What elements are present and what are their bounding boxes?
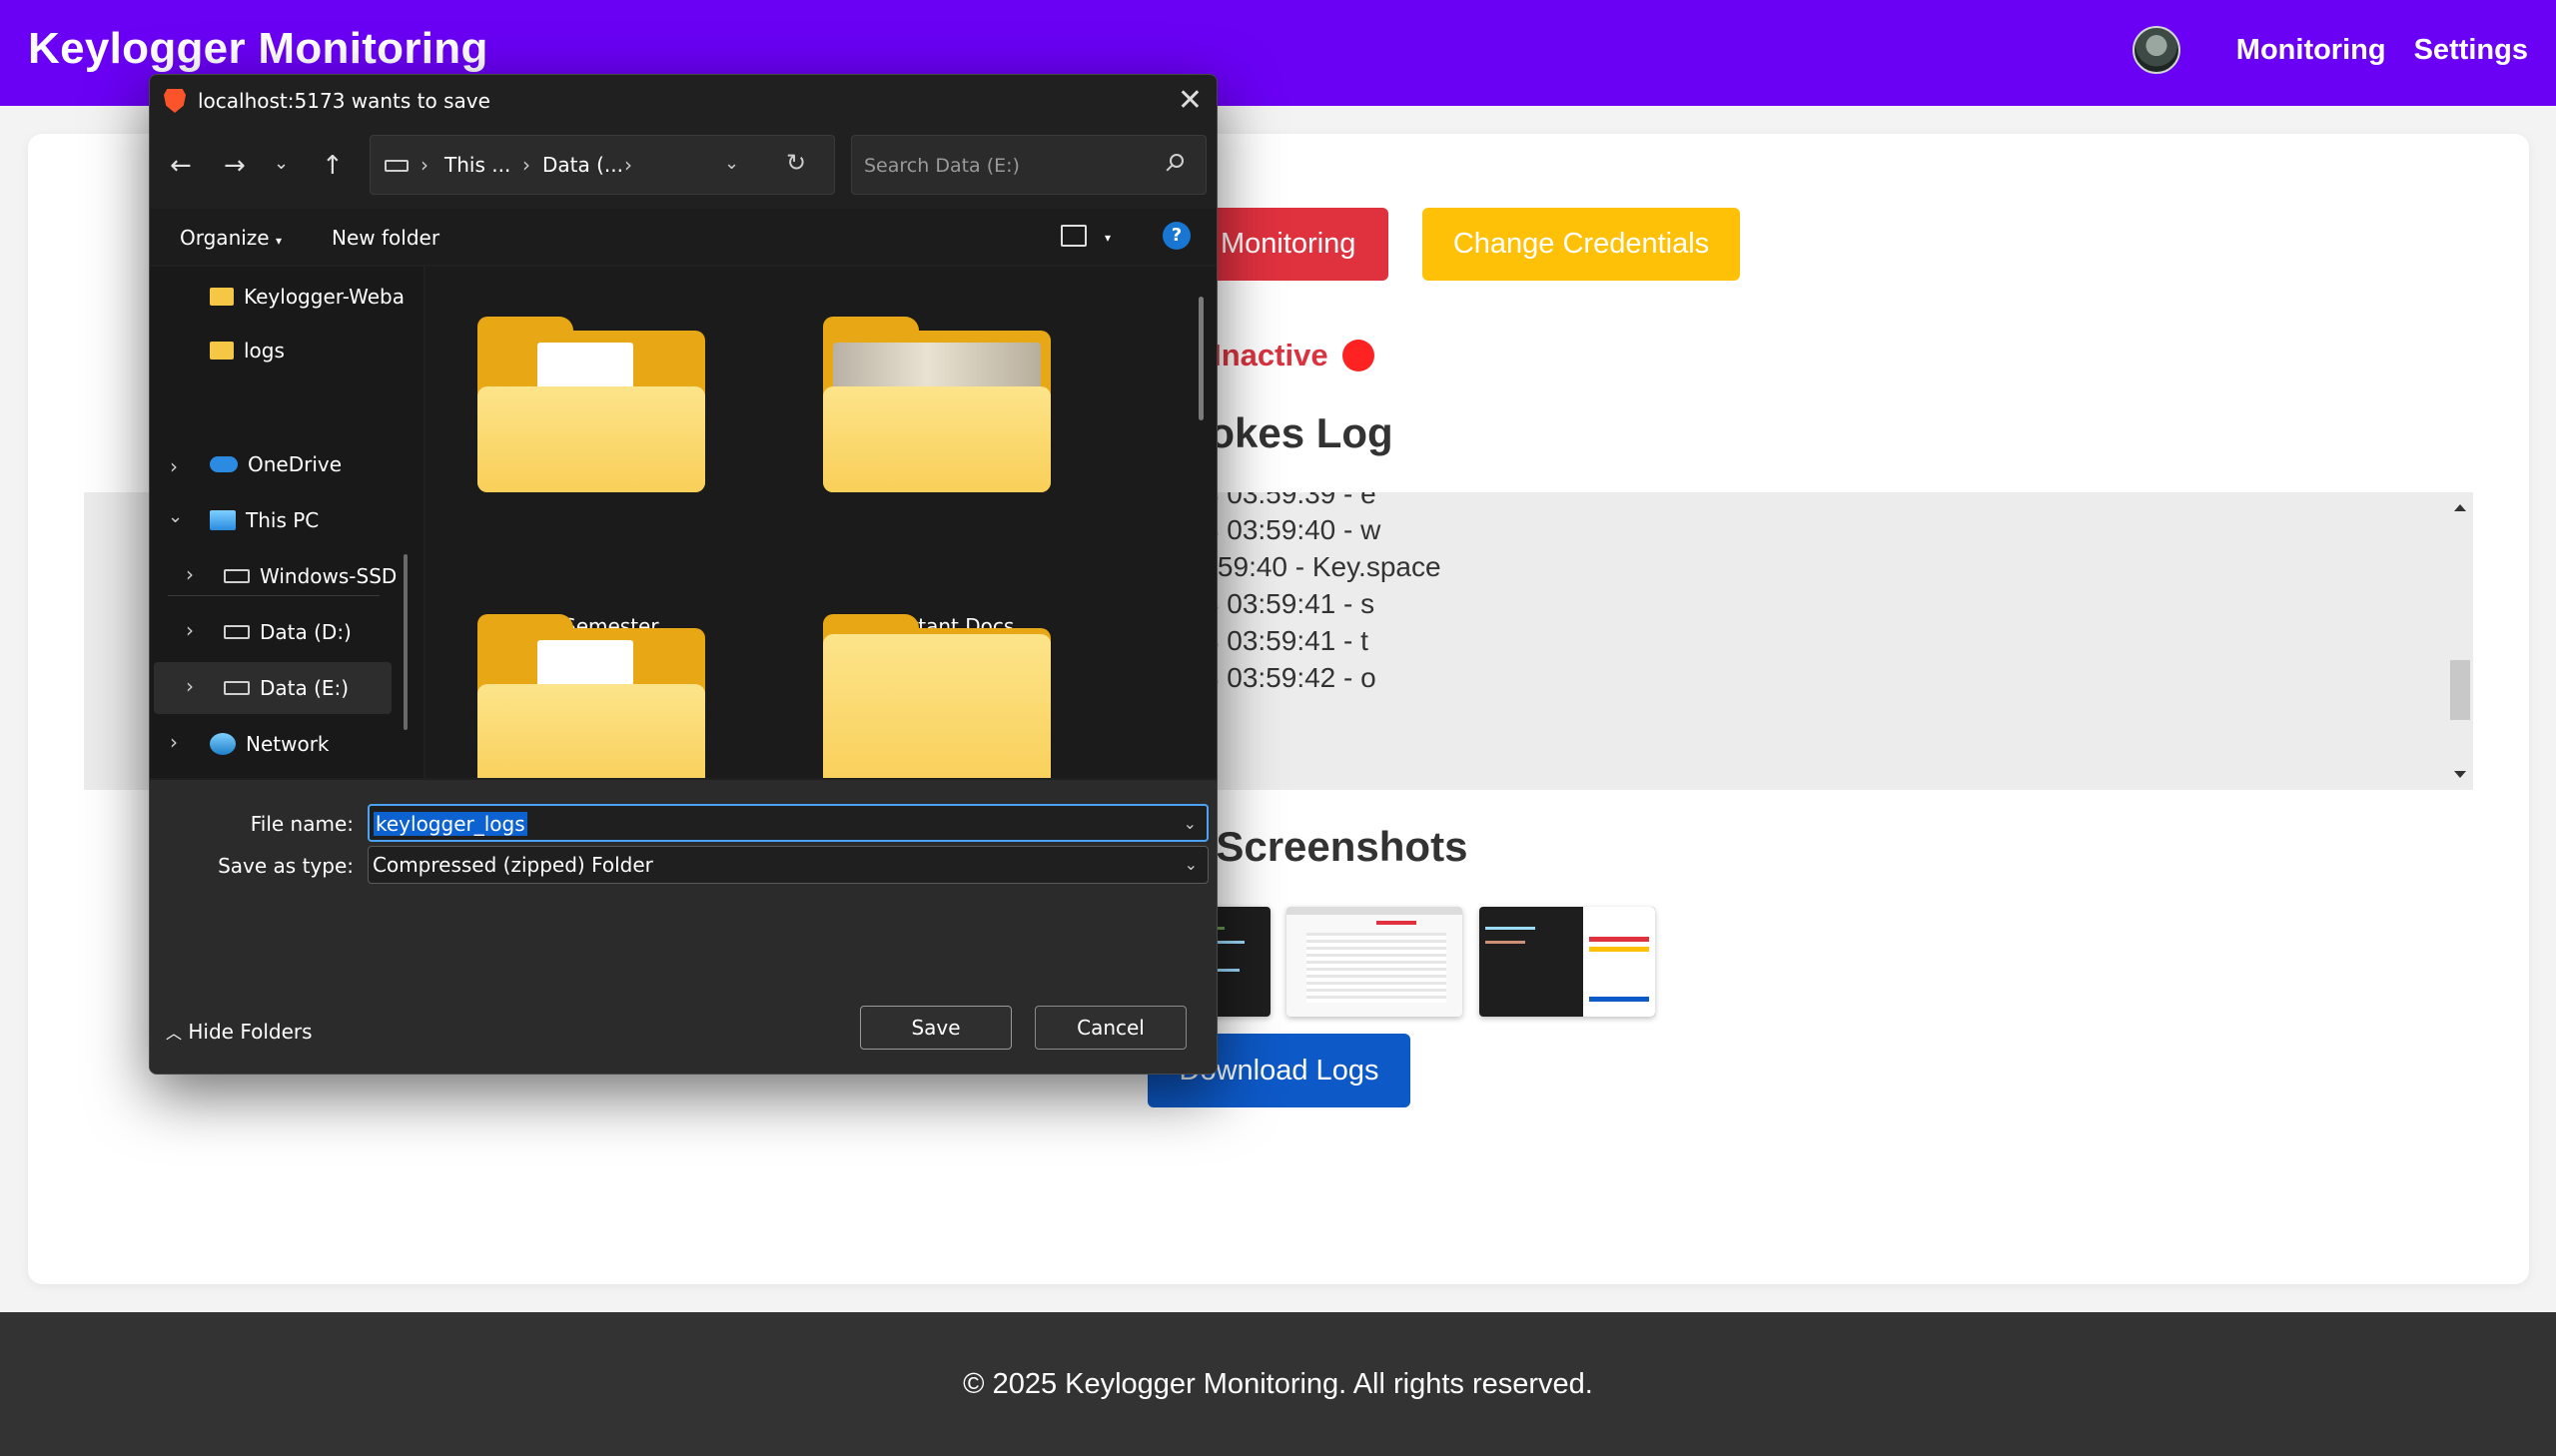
expand-chevron-icon[interactable]: ›: [170, 454, 178, 478]
folder-icon: [210, 288, 234, 306]
back-arrow-icon[interactable]: ←: [170, 151, 192, 181]
save-button[interactable]: Save: [860, 1006, 1012, 1050]
folder-item-important-docs[interactable]: [823, 317, 1051, 492]
view-dropdown-icon[interactable]: ▾: [1105, 231, 1111, 245]
status-value: Inactive: [1213, 338, 1328, 372]
expand-chevron-icon[interactable]: ›: [186, 562, 194, 586]
drive-icon: [224, 625, 250, 639]
navigation-pane: Keylogger-Weba logs › OneDrive ⌄ This PC…: [150, 267, 424, 778]
sidebar-item-label: logs: [244, 339, 285, 363]
sidebar-item-label: Network: [246, 732, 330, 756]
expand-chevron-icon[interactable]: ›: [170, 730, 178, 754]
log-scrollbar[interactable]: [2447, 492, 2473, 790]
scroll-thumb[interactable]: [2450, 660, 2470, 720]
folder-item[interactable]: [823, 614, 1051, 778]
scroll-down-icon[interactable]: [2454, 771, 2466, 778]
file-name-label: File name:: [250, 812, 354, 836]
screenshots-heading: d Screenshots: [1179, 823, 1468, 870]
change-credentials-button[interactable]: Change Credentials: [1422, 208, 1740, 281]
folder-item[interactable]: [477, 614, 705, 778]
sidebar-item-label: This PC: [246, 508, 320, 532]
up-arrow-icon[interactable]: ↑: [322, 151, 344, 181]
sidebar-item-label: OneDrive: [248, 452, 343, 476]
drive-icon: [224, 569, 250, 583]
save-type-select[interactable]: Compressed (zipped) Folder ⌄: [368, 846, 1209, 884]
log-line: 03:59:40 - Key.space: [1179, 551, 1441, 582]
sidebar-item-onedrive[interactable]: OneDrive: [210, 438, 342, 490]
footer-text: © 2025 Keylogger Monitoring. All rights …: [963, 1367, 1593, 1400]
breadcrumb-separator: ›: [522, 153, 530, 177]
file-name-value: keylogger_logs: [374, 812, 527, 836]
search-input[interactable]: Search Data (E:): [851, 135, 1207, 195]
sidebar-item-network[interactable]: Network: [210, 718, 330, 770]
sidebar-item-label: Data (D:): [260, 620, 352, 644]
expand-chevron-icon[interactable]: ›: [186, 674, 194, 698]
network-icon: [210, 733, 236, 755]
close-icon[interactable]: ✕: [1178, 83, 1203, 118]
breadcrumb-data-e[interactable]: Data (...: [542, 153, 623, 177]
sidebar-item-windows-ssd[interactable]: Windows-SSD: [224, 550, 397, 602]
status-indicator-icon: [1341, 340, 1374, 371]
computer-icon: [210, 510, 236, 530]
scroll-up-icon[interactable]: [2454, 504, 2466, 511]
nav-link-settings[interactable]: Settings: [2414, 34, 2528, 67]
sidebar-item-keylogger-weba[interactable]: Keylogger-Weba: [210, 271, 405, 323]
sidebar-item-label: Keylogger-Weba: [244, 285, 405, 309]
address-dropdown-chevron-icon[interactable]: ⌄: [724, 153, 739, 174]
folder-icon: [210, 342, 234, 360]
address-bar[interactable]: › This ... › Data (... › ⌄ ↻: [370, 135, 835, 195]
breadcrumb-separator: ›: [421, 153, 428, 177]
cloud-icon: [210, 456, 238, 472]
file-name-dropdown-icon[interactable]: ⌄: [1184, 814, 1197, 833]
file-name-input[interactable]: keylogger_logs ⌄: [368, 804, 1209, 842]
collapse-chevron-icon[interactable]: ⌄: [168, 506, 183, 527]
avatar[interactable]: [2131, 26, 2180, 74]
search-placeholder: Search Data (E:): [864, 155, 1020, 177]
dialog-title: localhost:5173 wants to save: [198, 89, 490, 113]
cancel-button[interactable]: Cancel: [1035, 1006, 1187, 1050]
sidebar-item-label: Windows-SSD: [260, 564, 398, 588]
recent-locations-chevron-icon[interactable]: ⌄: [274, 153, 289, 174]
drive-icon: [385, 160, 409, 172]
breadcrumb-this-pc[interactable]: This ...: [444, 153, 510, 177]
brave-browser-icon: [164, 89, 186, 113]
organize-label: Organize: [180, 226, 270, 250]
folder-view: 4th Semester Important Docs: [426, 267, 1217, 778]
expand-chevron-icon[interactable]: ›: [186, 618, 194, 642]
brand-title: Keylogger Monitoring: [28, 24, 488, 73]
sidebar-item-this-pc[interactable]: This PC: [210, 494, 319, 546]
hide-folders-label: Hide Folders: [188, 1020, 313, 1044]
nav-links: Monitoring Settings: [2131, 26, 2528, 74]
drive-icon: [224, 681, 250, 695]
search-icon: [1170, 154, 1184, 168]
dialog-footer: File name: keylogger_logs ⌄ Save as type…: [150, 780, 1217, 1074]
save-dialog: localhost:5173 wants to save ✕ ← → ⌄ ↑ ›…: [149, 74, 1218, 1075]
save-type-label: Save as type:: [218, 854, 354, 878]
chevron-up-icon: ︿: [166, 1024, 183, 1043]
dialog-toolbar: Organize ▾ New folder ▾ ?: [150, 209, 1217, 265]
sidebar-item-data-d[interactable]: Data (D:): [224, 606, 352, 658]
organize-menu[interactable]: Organize ▾: [180, 226, 282, 250]
forward-arrow-icon[interactable]: →: [224, 151, 246, 181]
hide-folders-toggle[interactable]: ︿ Hide Folders: [166, 1020, 313, 1044]
new-folder-button[interactable]: New folder: [332, 226, 439, 250]
sidebar-item-label: Data (E:): [260, 676, 350, 700]
sidebar-item-logs[interactable]: logs: [210, 325, 285, 376]
folder-view-scrollbar[interactable]: [1199, 297, 1204, 420]
refresh-icon[interactable]: ↻: [786, 149, 806, 177]
nav-link-monitoring[interactable]: Monitoring: [2236, 34, 2386, 67]
footer: © 2025 Keylogger Monitoring. All rights …: [0, 1312, 2556, 1456]
navigation-scrollbar[interactable]: [404, 554, 408, 730]
screenshot-thumbnail[interactable]: [1479, 907, 1655, 1017]
view-mode-icon[interactable]: [1061, 225, 1087, 247]
save-type-value: Compressed (zipped) Folder: [373, 853, 653, 877]
breadcrumb-separator: ›: [624, 153, 632, 177]
save-type-dropdown-icon[interactable]: ⌄: [1185, 855, 1198, 874]
screenshot-thumbnail[interactable]: [1286, 907, 1462, 1017]
help-icon[interactable]: ?: [1163, 222, 1191, 250]
dialog-titlebar: localhost:5173 wants to save ✕: [150, 75, 1217, 127]
folder-item-4th-semester[interactable]: [477, 317, 705, 492]
